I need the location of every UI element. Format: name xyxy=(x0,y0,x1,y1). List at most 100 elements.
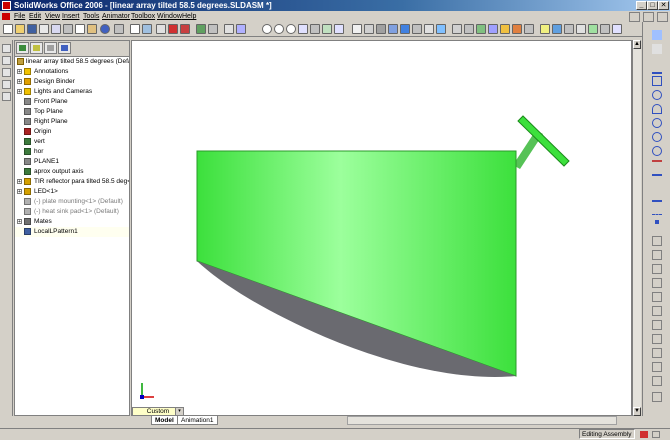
undo-icon[interactable] xyxy=(100,24,110,34)
edit-component-icon[interactable] xyxy=(156,24,166,34)
zoom-area-icon[interactable] xyxy=(274,24,284,34)
insert-component-icon[interactable] xyxy=(452,24,462,34)
maximize-button[interactable]: □ xyxy=(647,1,658,10)
expand-icon[interactable]: + xyxy=(17,179,22,185)
view-orientation-icon[interactable] xyxy=(236,24,246,34)
tangent-arc-icon[interactable] xyxy=(652,132,662,142)
smart-dimension-icon[interactable] xyxy=(208,24,218,34)
menu-window[interactable]: Window xyxy=(157,11,182,22)
offset-entities-icon[interactable] xyxy=(652,264,662,274)
expand-icon[interactable]: + xyxy=(17,79,22,85)
tree-item[interactable]: (-) plate mounting<1> (Default) xyxy=(15,197,129,207)
tree-item[interactable]: PLANE1 xyxy=(15,157,129,167)
spline-icon[interactable] xyxy=(652,190,662,202)
expand-icon[interactable]: + xyxy=(17,189,22,195)
cut-icon[interactable] xyxy=(63,24,73,34)
mass-properties-icon[interactable] xyxy=(612,24,622,34)
tab-property-manager[interactable] xyxy=(30,42,43,54)
expand-icon[interactable]: + xyxy=(17,69,22,75)
new-icon[interactable] xyxy=(3,24,13,34)
3d-sketch-icon[interactable] xyxy=(652,44,662,54)
centerpoint-arc-icon[interactable] xyxy=(652,118,662,128)
expand-icon[interactable]: + xyxy=(17,219,22,225)
zoom-in-out-icon[interactable] xyxy=(286,24,296,34)
circular-pattern-icon[interactable] xyxy=(652,348,662,358)
animator-icon[interactable] xyxy=(552,24,562,34)
reference-tool-icon[interactable] xyxy=(2,68,11,77)
tree-item[interactable]: hor xyxy=(15,147,129,157)
tree-item[interactable]: vert xyxy=(15,137,129,147)
menu-file[interactable]: File xyxy=(14,11,25,22)
horizontal-scrollbar[interactable] xyxy=(347,416,617,425)
line-icon[interactable] xyxy=(652,62,662,74)
scroll-down-arrow[interactable]: ▼ xyxy=(633,407,641,416)
tab-animation1[interactable]: Animation1 xyxy=(177,416,218,425)
pan-icon[interactable] xyxy=(322,24,332,34)
tab-feature-tree[interactable] xyxy=(16,42,29,54)
centerline-icon[interactable] xyxy=(652,204,662,215)
menu-edit[interactable]: Edit xyxy=(29,11,41,22)
menu-help[interactable]: Help xyxy=(182,11,196,22)
appearance-icon[interactable] xyxy=(576,24,586,34)
point-icon[interactable] xyxy=(655,220,659,224)
photoworks-icon[interactable] xyxy=(564,24,574,34)
doc-close-button[interactable] xyxy=(657,12,668,22)
arc-icon[interactable] xyxy=(652,104,662,114)
close-button[interactable]: ✕ xyxy=(658,1,669,10)
3d-drawing-view-icon[interactable] xyxy=(334,24,344,34)
tab-configuration-manager[interactable] xyxy=(44,42,57,54)
doc-restore-button[interactable] xyxy=(643,12,655,22)
smart-fasteners-icon[interactable] xyxy=(500,24,510,34)
tree-item[interactable]: Front Plane xyxy=(15,97,129,107)
tree-item[interactable]: Top Plane xyxy=(15,107,129,117)
menu-tools[interactable]: Tools xyxy=(83,11,99,22)
tree-item[interactable]: + TIR reflector para tilted 58.5 deg< xyxy=(15,177,129,187)
scroll-up-arrow[interactable]: ▲ xyxy=(633,40,641,49)
tree-item[interactable]: + Design Binder xyxy=(15,77,129,87)
help-indicator-icon[interactable] xyxy=(652,431,660,438)
paste-icon[interactable] xyxy=(87,24,97,34)
wireframe-icon[interactable] xyxy=(352,24,362,34)
zoom-fit-icon[interactable] xyxy=(224,24,234,34)
redo-icon[interactable] xyxy=(114,24,124,34)
graphics-viewport[interactable] xyxy=(131,40,632,416)
tab-cam[interactable] xyxy=(58,42,71,54)
chevron-down-icon[interactable]: ▾ xyxy=(175,408,183,415)
tree-item[interactable]: Origin xyxy=(15,127,129,137)
shadow-icon[interactable] xyxy=(412,24,422,34)
interference-icon[interactable] xyxy=(524,24,534,34)
toolbox-icon[interactable] xyxy=(540,24,550,34)
print-icon[interactable] xyxy=(39,24,49,34)
zoom-to-fit-icon[interactable] xyxy=(262,24,272,34)
stop-icon[interactable] xyxy=(168,24,178,34)
polygon-icon[interactable] xyxy=(652,160,662,172)
menu-insert[interactable]: Insert xyxy=(62,11,80,22)
save-icon[interactable] xyxy=(27,24,37,34)
menu-view[interactable]: View xyxy=(45,11,60,22)
circle-icon[interactable] xyxy=(652,90,662,100)
tree-root[interactable]: linear array tilted 58.5 degrees (Defaul… xyxy=(15,57,129,67)
mate-icon[interactable] xyxy=(464,24,474,34)
chamfer-icon[interactable] xyxy=(652,250,662,260)
rotate-component-icon[interactable] xyxy=(488,24,498,34)
rebuild-icon[interactable] xyxy=(142,24,152,34)
tree-item[interactable]: Right Plane xyxy=(15,117,129,127)
exploded-view-icon[interactable] xyxy=(512,24,522,34)
move-component-icon[interactable] xyxy=(476,24,486,34)
display-relations-icon[interactable] xyxy=(652,392,662,402)
move-entities-icon[interactable] xyxy=(652,362,662,372)
tree-item[interactable]: + Lights and Cameras xyxy=(15,87,129,97)
simulation-icon[interactable] xyxy=(588,24,598,34)
print-preview-icon[interactable] xyxy=(51,24,61,34)
tab-model[interactable]: Model xyxy=(151,416,178,425)
perspective-icon[interactable] xyxy=(424,24,434,34)
tree-item[interactable]: aprox output axis xyxy=(15,167,129,177)
minimize-button[interactable]: _ xyxy=(636,1,647,10)
tree-item[interactable]: (-) heat sink pad<1> (Default) xyxy=(15,207,129,217)
hidden-lines-icon[interactable] xyxy=(364,24,374,34)
rectangle-icon[interactable] xyxy=(652,76,662,86)
rotate-icon[interactable] xyxy=(310,24,320,34)
ellipse-icon[interactable] xyxy=(652,174,662,186)
app-logo-icon[interactable] xyxy=(2,1,11,10)
options-icon[interactable] xyxy=(180,24,190,34)
